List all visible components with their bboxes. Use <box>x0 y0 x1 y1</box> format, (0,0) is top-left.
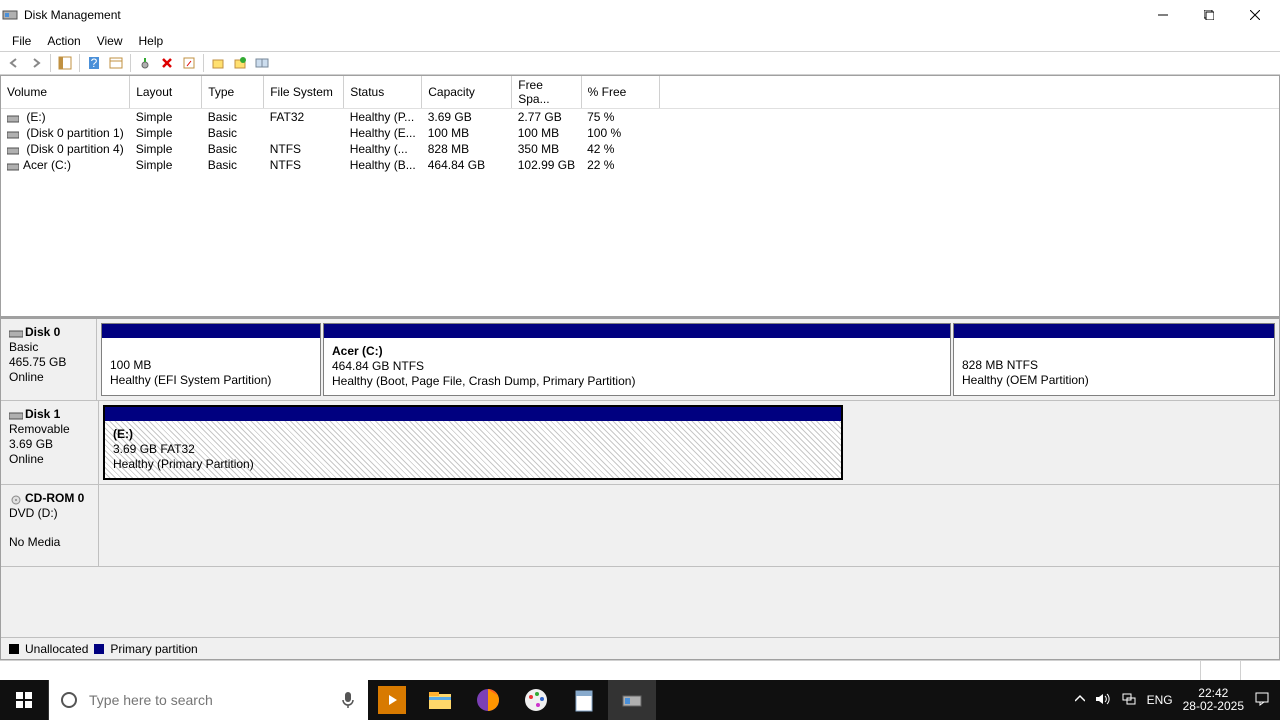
eject-button[interactable] <box>135 53 155 73</box>
tray-notifications-icon[interactable] <box>1254 691 1270 710</box>
close-button[interactable] <box>1232 0 1278 30</box>
disk-icon <box>9 410 23 420</box>
maximize-button[interactable] <box>1186 0 1232 30</box>
legend-unallocated-swatch <box>9 644 19 654</box>
cdrom-icon <box>9 494 23 504</box>
legend-primary-swatch <box>94 644 104 654</box>
action-button-2[interactable] <box>230 53 250 73</box>
col-status[interactable]: Status <box>344 76 422 109</box>
col-capacity[interactable]: Capacity <box>422 76 512 109</box>
window-title: Disk Management <box>24 8 1140 22</box>
disk-icon <box>7 161 19 171</box>
taskbar-app-diskmgmt[interactable] <box>608 680 656 720</box>
refresh-button[interactable] <box>106 53 126 73</box>
disk0-partition-3[interactable]: 828 MB NTFSHealthy (OEM Partition) <box>953 323 1275 396</box>
col-pct[interactable]: % Free <box>581 76 659 109</box>
menu-help[interactable]: Help <box>131 32 172 50</box>
action-button-1[interactable] <box>208 53 228 73</box>
cortana-icon <box>49 690 89 710</box>
main-content: Volume Layout Type File System Status Ca… <box>0 75 1280 660</box>
table-row[interactable]: (Disk 0 partition 4)SimpleBasicNTFSHealt… <box>1 141 1279 157</box>
tray-clock[interactable]: 22:42 28-02-2025 <box>1183 687 1244 713</box>
taskbar-app-media[interactable] <box>368 680 416 720</box>
disk-icon <box>9 328 23 338</box>
show-hide-tree-button[interactable] <box>55 53 75 73</box>
disk1-partition-1[interactable]: (E:)3.69 GB FAT32Healthy (Primary Partit… <box>103 405 843 480</box>
disk0-partition-2[interactable]: Acer (C:)464.84 GB NTFSHealthy (Boot, Pa… <box>323 323 951 396</box>
table-row[interactable]: (E:)SimpleBasicFAT32Healthy (P...3.69 GB… <box>1 109 1279 126</box>
tray-lang[interactable]: ENG <box>1147 693 1173 707</box>
disk-icon <box>7 113 19 123</box>
taskbar-app-firefox[interactable] <box>464 680 512 720</box>
toolbar: ? <box>0 51 1280 75</box>
menu-file[interactable]: File <box>4 32 39 50</box>
taskbar: ENG 22:42 28-02-2025 <box>0 680 1280 720</box>
volume-list[interactable]: Volume Layout Type File System Status Ca… <box>1 76 1279 316</box>
col-type[interactable]: Type <box>202 76 264 109</box>
disk-row-disk0[interactable]: Disk 0 Basic 465.75 GB Online 100 MBHeal… <box>1 319 1279 401</box>
mic-icon[interactable] <box>328 691 368 709</box>
back-button[interactable] <box>4 53 24 73</box>
delete-button[interactable] <box>157 53 177 73</box>
help-button[interactable]: ? <box>84 53 104 73</box>
col-layout[interactable]: Layout <box>130 76 202 109</box>
legend-primary-label: Primary partition <box>110 642 197 656</box>
menu-view[interactable]: View <box>89 32 131 50</box>
col-free[interactable]: Free Spa... <box>512 76 581 109</box>
cdrom-info: CD-ROM 0 DVD (D:) No Media <box>1 485 99 566</box>
properties-button[interactable] <box>179 53 199 73</box>
svg-text:?: ? <box>91 56 98 70</box>
taskbar-app-notepad[interactable] <box>560 680 608 720</box>
menubar: File Action View Help <box>0 30 1280 51</box>
menu-action[interactable]: Action <box>39 32 88 50</box>
disk-icon <box>7 145 19 155</box>
search-input[interactable] <box>89 680 328 720</box>
action-button-3[interactable] <box>252 53 272 73</box>
app-icon <box>2 7 18 23</box>
system-tray: ENG 22:42 28-02-2025 <box>1065 687 1280 713</box>
start-button[interactable] <box>0 680 48 720</box>
disk0-info: Disk 0 Basic 465.75 GB Online <box>1 319 97 400</box>
col-fs[interactable]: File System <box>264 76 344 109</box>
disk1-info: Disk 1 Removable 3.69 GB Online <box>1 401 99 484</box>
titlebar: Disk Management <box>0 0 1280 30</box>
tray-network-icon[interactable] <box>1121 692 1137 709</box>
taskbar-apps <box>368 680 656 720</box>
forward-button[interactable] <box>26 53 46 73</box>
minimize-button[interactable] <box>1140 0 1186 30</box>
tray-volume-icon[interactable] <box>1095 692 1111 709</box>
disk-icon <box>7 129 19 139</box>
taskbar-app-explorer[interactable] <box>416 680 464 720</box>
column-headers[interactable]: Volume Layout Type File System Status Ca… <box>1 76 1279 109</box>
table-row[interactable]: Acer (C:)SimpleBasicNTFSHealthy (B...464… <box>1 157 1279 173</box>
disk-row-cdrom[interactable]: CD-ROM 0 DVD (D:) No Media <box>1 485 1279 567</box>
disk0-partition-1[interactable]: 100 MBHealthy (EFI System Partition) <box>101 323 321 396</box>
graphical-view: Disk 0 Basic 465.75 GB Online 100 MBHeal… <box>1 316 1279 637</box>
legend: Unallocated Primary partition <box>1 637 1279 659</box>
table-row[interactable]: (Disk 0 partition 1)SimpleBasicHealthy (… <box>1 125 1279 141</box>
search-box[interactable] <box>48 680 368 720</box>
legend-unallocated-label: Unallocated <box>25 642 88 656</box>
disk-row-disk1[interactable]: Disk 1 Removable 3.69 GB Online (E:)3.69… <box>1 401 1279 485</box>
statusbar <box>0 660 1280 680</box>
col-volume[interactable]: Volume <box>1 76 130 109</box>
taskbar-app-paint[interactable] <box>512 680 560 720</box>
tray-overflow-icon[interactable] <box>1075 693 1085 707</box>
